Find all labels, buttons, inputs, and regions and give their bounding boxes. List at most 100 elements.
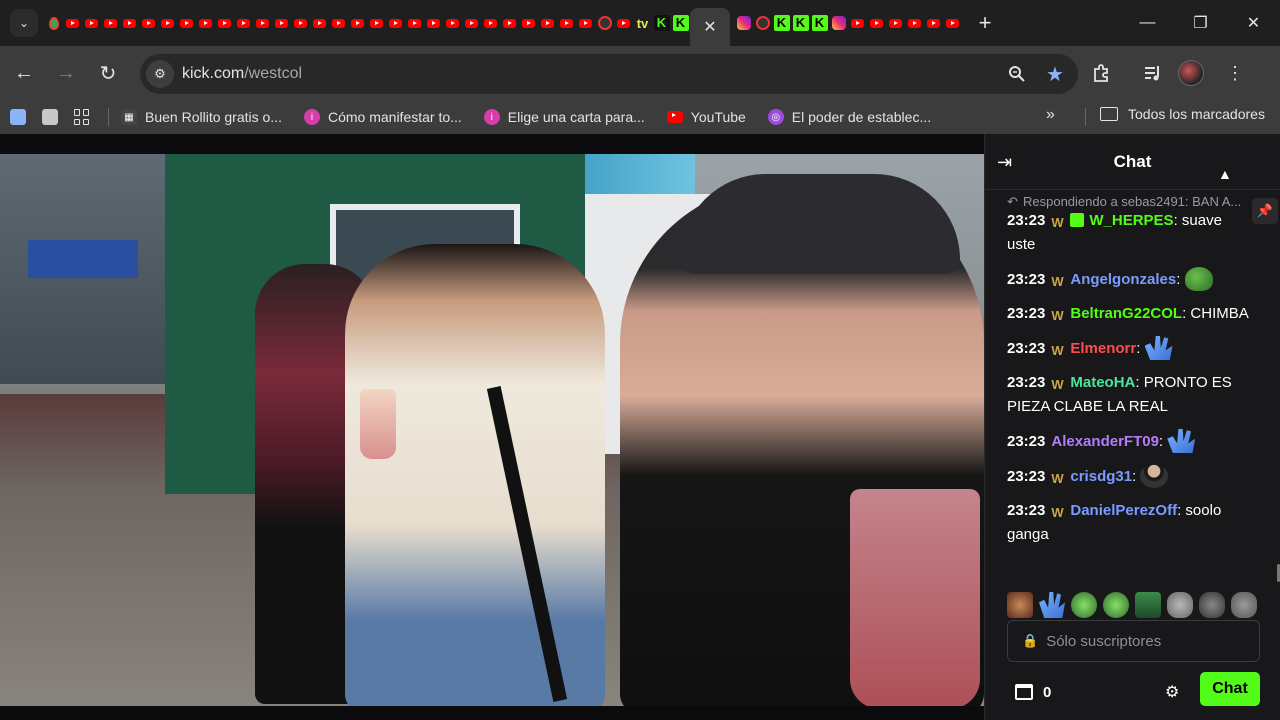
send-chat-button[interactable]: Chat bbox=[1200, 672, 1260, 706]
cat-emote-icon[interactable] bbox=[1167, 592, 1193, 618]
tab-kick[interactable]: K bbox=[791, 0, 810, 46]
cat-emote-icon[interactable] bbox=[1231, 592, 1257, 618]
tab-youtube[interactable] bbox=[291, 0, 310, 46]
bookmark-item[interactable]: YouTube bbox=[666, 109, 746, 125]
reload-button[interactable]: ↻ bbox=[90, 55, 126, 91]
tab-youtube[interactable] bbox=[215, 0, 234, 46]
chat-input[interactable]: 🔒 Sólo suscriptores bbox=[1007, 620, 1260, 662]
extensions-icon[interactable] bbox=[1090, 62, 1112, 84]
bookmark-item[interactable]: i Elige una carta para... bbox=[483, 109, 645, 125]
reply-preview[interactable]: ↶ Respondiendo a sebas2491: BAN A... bbox=[985, 190, 1280, 209]
tab-youtube[interactable] bbox=[310, 0, 329, 46]
zoom-icon[interactable] bbox=[1006, 63, 1028, 85]
url-text[interactable]: kick.com/westcol bbox=[182, 65, 302, 83]
message-username[interactable]: MateoHA bbox=[1070, 374, 1135, 391]
tab-youtube[interactable] bbox=[867, 0, 886, 46]
forward-button[interactable]: → bbox=[48, 55, 84, 91]
tab-youtube[interactable] bbox=[82, 0, 101, 46]
tab-youtube[interactable] bbox=[576, 0, 595, 46]
profile-avatar[interactable] bbox=[1178, 60, 1204, 86]
chat-settings-icon[interactable]: ⚙ bbox=[1165, 682, 1179, 702]
tab-youtube[interactable] bbox=[272, 0, 291, 46]
pepe-emote-icon[interactable] bbox=[1103, 592, 1129, 618]
tab-youtube[interactable] bbox=[905, 0, 924, 46]
tab-kick[interactable]: K bbox=[772, 0, 791, 46]
tab-kick[interactable]: K bbox=[652, 0, 671, 46]
tab-youtube[interactable] bbox=[348, 0, 367, 46]
tab-instagram[interactable] bbox=[734, 0, 753, 46]
emote-icon[interactable] bbox=[1135, 592, 1161, 618]
more-bookmarks-button[interactable]: » bbox=[1046, 106, 1055, 124]
tab-youtube[interactable] bbox=[120, 0, 139, 46]
tab-groups-icon[interactable] bbox=[10, 109, 26, 125]
all-bookmarks-folder[interactable]: Todos los marcadores bbox=[1100, 106, 1265, 122]
menu-dots-icon[interactable]: ⋮ bbox=[1224, 62, 1246, 84]
apps-grid-icon[interactable] bbox=[74, 109, 90, 125]
message-username[interactable]: crisdg31 bbox=[1070, 468, 1132, 485]
close-icon[interactable]: ✕ bbox=[703, 17, 716, 37]
emote-icon[interactable] bbox=[1007, 592, 1033, 618]
media-control-icon[interactable] bbox=[1142, 62, 1164, 84]
message-username[interactable]: DanielPerezOff bbox=[1070, 502, 1177, 519]
pepe-emote-icon[interactable] bbox=[1071, 592, 1097, 618]
tab-youtube[interactable] bbox=[443, 0, 462, 46]
tab-youtube[interactable] bbox=[158, 0, 177, 46]
tab-youtube[interactable] bbox=[386, 0, 405, 46]
tab-youtube[interactable] bbox=[253, 0, 272, 46]
tab-youtube[interactable] bbox=[234, 0, 253, 46]
tab-youtube[interactable] bbox=[557, 0, 576, 46]
address-bar[interactable]: ⚙ kick.com/westcol ★ bbox=[140, 54, 1078, 94]
tab-youtube[interactable] bbox=[848, 0, 867, 46]
tab-youtube[interactable] bbox=[196, 0, 215, 46]
tab-other[interactable] bbox=[753, 0, 772, 46]
tab-tv[interactable]: tv bbox=[633, 0, 652, 46]
bookmark-item[interactable]: i Cómo manifestar to... bbox=[303, 109, 462, 125]
wave-emote-icon[interactable] bbox=[1039, 592, 1065, 618]
close-window-button[interactable]: ✕ bbox=[1227, 0, 1280, 46]
site-info-icon[interactable]: ⚙ bbox=[146, 60, 174, 88]
tab-youtube[interactable] bbox=[462, 0, 481, 46]
tab-kick[interactable]: K bbox=[671, 0, 690, 46]
restore-button[interactable]: ❐ bbox=[1174, 0, 1227, 46]
tab-youtube[interactable] bbox=[139, 0, 158, 46]
tab-youtube[interactable] bbox=[367, 0, 386, 46]
emote-icon[interactable] bbox=[1199, 592, 1225, 618]
tab-kick[interactable]: K bbox=[810, 0, 829, 46]
tab-youtube[interactable] bbox=[614, 0, 633, 46]
tab-active-close[interactable]: ✕ bbox=[690, 8, 730, 46]
kick-icon: K bbox=[773, 15, 790, 31]
bookmark-star-icon[interactable]: ★ bbox=[1044, 63, 1066, 86]
store-icon[interactable] bbox=[1015, 684, 1033, 700]
tab-youtube[interactable] bbox=[424, 0, 443, 46]
tab-youtube[interactable] bbox=[101, 0, 120, 46]
video-player[interactable] bbox=[0, 154, 984, 706]
tab-youtube[interactable] bbox=[63, 0, 82, 46]
tab-youtube[interactable] bbox=[405, 0, 424, 46]
bookmark-item[interactable]: ◎ El poder de establec... bbox=[767, 109, 931, 125]
collapse-chat-icon[interactable]: ⇥ bbox=[997, 152, 1012, 173]
back-button[interactable]: ← bbox=[6, 55, 42, 91]
tab-youtube[interactable] bbox=[481, 0, 500, 46]
message-username[interactable]: BeltranG22COL bbox=[1070, 305, 1182, 322]
tab-youtube[interactable] bbox=[329, 0, 348, 46]
message-username[interactable]: AlexanderFT09 bbox=[1051, 433, 1159, 450]
tab-youtube[interactable] bbox=[538, 0, 557, 46]
tab-instagram[interactable] bbox=[829, 0, 848, 46]
tab-youtube[interactable] bbox=[886, 0, 905, 46]
minimize-button[interactable]: — bbox=[1121, 0, 1174, 46]
new-tab-button[interactable]: + bbox=[970, 8, 1000, 38]
og-badge-icon: W bbox=[1051, 274, 1064, 289]
tab-search-button[interactable]: ⌄ bbox=[10, 9, 38, 37]
tab-youtube[interactable] bbox=[924, 0, 943, 46]
message-username[interactable]: W_HERPES bbox=[1089, 212, 1173, 229]
tab-youtube[interactable] bbox=[943, 0, 962, 46]
tab-youtube[interactable] bbox=[500, 0, 519, 46]
tab-youtube[interactable] bbox=[519, 0, 538, 46]
tab-maps[interactable] bbox=[44, 0, 63, 46]
tab-channel[interactable] bbox=[595, 0, 614, 46]
tab-youtube[interactable] bbox=[177, 0, 196, 46]
message-username[interactable]: Angelgonzales bbox=[1070, 271, 1176, 288]
bookmark-item[interactable]: ▦ Buen Rollito gratis o... bbox=[121, 109, 282, 125]
message-username[interactable]: Elmenorr bbox=[1070, 340, 1136, 357]
reading-icon[interactable] bbox=[42, 109, 58, 125]
